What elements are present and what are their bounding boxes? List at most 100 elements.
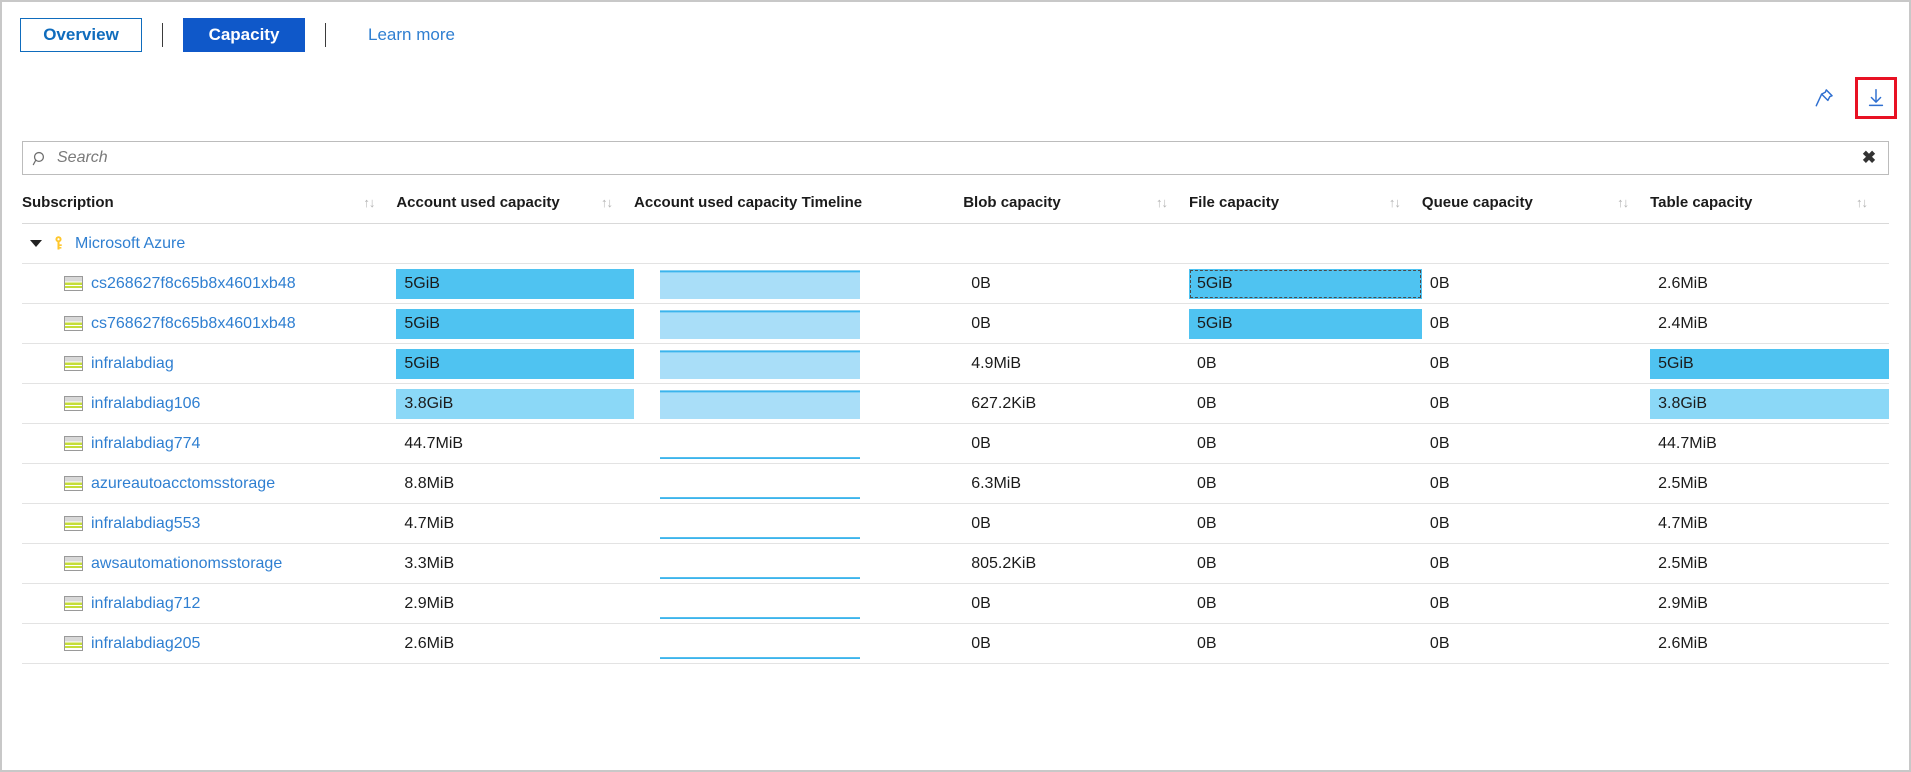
table-row[interactable]: infralabdiag106 3.8GiB 627.2KiB 0B 0B 3.8GiB (22, 383, 1889, 424)
account-used-capacity-value: 5GiB (404, 354, 440, 372)
storage-account-link[interactable]: cs268627f8c65b8x4601xb48 (91, 275, 296, 293)
column-header-blob-capacity[interactable]: Blob capacity ↑↓ (963, 186, 1189, 224)
key-icon (50, 235, 67, 252)
table-row[interactable]: cs768627f8c65b8x4601xb48 5GiB 0B 5GiB 0B 2.4M… (22, 303, 1889, 344)
storage-account-cell: infralabdiag205 (22, 623, 397, 664)
account-used-capacity-cell: 5GiB (396, 303, 635, 344)
account-used-capacity-cell: 4.7MiB (396, 503, 635, 544)
storage-account-cell: awsautomationomsstorage (22, 543, 397, 584)
table-capacity-value-wrap: 44.7MiB (1650, 435, 1889, 453)
table-head: Subscription ↑↓ Account used capacity ↑↓ Acc… (22, 186, 1889, 224)
table-row[interactable]: infralabdiag205 2.6MiB 0B 0B 0B 2.6MiB (22, 623, 1889, 664)
table-row[interactable]: cs268627f8c65b8x4601xb48 5GiB 0B 5GiB 0B 2.6M… (22, 263, 1889, 304)
table-row[interactable]: awsautomationomsstorage 3.3MiB 805.2KiB 0B 0… (22, 543, 1889, 584)
table-capacity-value: 2.6MiB (1658, 634, 1708, 652)
account-used-capacity-cell: 5GiB (396, 263, 635, 304)
table-row[interactable]: infralabdiag774 44.7MiB 0B 0B 0B 44.7MiB (22, 423, 1889, 464)
account-used-capacity-value: 2.6MiB (404, 634, 455, 652)
blob-capacity-value: 0B (971, 634, 991, 652)
storage-account-link[interactable]: infralabdiag205 (91, 635, 200, 653)
queue-capacity-cell: 0B (1421, 543, 1651, 584)
blob-capacity-value-wrap: 0B (963, 435, 1189, 453)
download-button[interactable] (1855, 77, 1897, 119)
pin-button[interactable] (1807, 81, 1841, 115)
queue-capacity-value-wrap: 0B (1422, 475, 1650, 493)
blob-capacity-value: 627.2KiB (971, 394, 1037, 412)
account-used-capacity-cell: 8.8MiB (396, 463, 635, 504)
blob-capacity-cell: 627.2KiB (963, 383, 1189, 424)
sort-arrows-icon[interactable]: ↑↓ (601, 195, 613, 210)
file-capacity-value: 5GiB (1197, 274, 1233, 292)
sort-arrows-icon[interactable]: ↑↓ (1156, 195, 1168, 210)
table-row[interactable]: infralabdiag 5GiB 4.9MiB 0B 0B 5GiB (22, 343, 1889, 384)
view-tab-bar: Overview Capacity Learn more (2, 2, 1909, 52)
tab-overview[interactable]: Overview (20, 18, 142, 52)
blob-capacity-cell: 0B (963, 623, 1189, 664)
account-used-capacity-value: 3.3MiB (404, 554, 455, 572)
column-header-label: File capacity (1189, 194, 1280, 211)
table-row[interactable]: infralabdiag712 2.9MiB 0B 0B 0B 2.9MiB (22, 583, 1889, 624)
column-header-subscription[interactable]: Subscription ↑↓ (22, 186, 397, 224)
queue-capacity-cell: 0B (1421, 463, 1651, 504)
sort-arrows-icon[interactable]: ↑↓ (1389, 195, 1401, 210)
account-used-capacity-cell: 5GiB (396, 343, 635, 384)
search-clear-button[interactable]: ✖ (1850, 142, 1888, 174)
search-input[interactable] (57, 149, 1850, 167)
sort-arrows-icon[interactable]: ↑↓ (1617, 195, 1629, 210)
storage-account-icon (64, 276, 83, 291)
table-capacity-cell: 2.9MiB (1650, 583, 1889, 624)
storage-account-link[interactable]: infralabdiag (91, 355, 174, 373)
file-capacity-bar: 5GiB (1189, 268, 1422, 299)
queue-capacity-cell: 0B (1421, 423, 1651, 464)
search-bar[interactable]: ✖ (22, 141, 1889, 175)
tab-capacity[interactable]: Capacity (183, 18, 305, 52)
blob-capacity-cell: 4.9MiB (963, 343, 1189, 384)
table-row[interactable]: azureautoacctomsstorage 8.8MiB 6.3MiB 0B 0B 2… (22, 463, 1889, 504)
timeline-sparkline (634, 309, 963, 339)
sort-arrows-icon[interactable]: ↑↓ (363, 195, 375, 210)
queue-capacity-value: 0B (1429, 514, 1450, 532)
account-used-capacity-cell: 2.6MiB (396, 623, 635, 664)
queue-capacity-value: 0B (1429, 274, 1450, 292)
storage-account-link[interactable]: azureautoacctomsstorage (91, 475, 275, 493)
table-capacity-cell: 4.7MiB (1650, 503, 1889, 544)
queue-capacity-cell: 0B (1421, 583, 1651, 624)
blob-capacity-value-wrap: 4.9MiB (963, 355, 1189, 373)
table-capacity-value: 2.6MiB (1658, 274, 1708, 292)
account-used-capacity-timeline-cell (634, 383, 964, 424)
storage-account-link[interactable]: awsautomationomsstorage (91, 555, 282, 573)
table-capacity-value: 5GiB (1658, 354, 1694, 372)
column-header-account-used-capacity[interactable]: Account used capacity ↑↓ (396, 186, 635, 224)
file-capacity-value-wrap: 0B (1189, 635, 1422, 653)
column-header-table-capacity[interactable]: Table capacity ↑↓ (1650, 186, 1889, 224)
table-row[interactable]: infralabdiag553 4.7MiB 0B 0B 0B 4.7MiB (22, 503, 1889, 544)
blob-capacity-value: 0B (971, 514, 991, 532)
table-capacity-value-wrap: 2.9MiB (1650, 595, 1889, 613)
storage-account-link[interactable]: cs768627f8c65b8x4601xb48 (91, 315, 296, 333)
subscription-group-row[interactable]: Microsoft Azure (22, 223, 1889, 264)
queue-capacity-cell: 0B (1421, 503, 1651, 544)
timeline-sparkline (634, 429, 963, 459)
column-header-account-used-capacity-timeline[interactable]: Account used capacity Timeline (634, 186, 964, 224)
sort-arrows-icon[interactable]: ↑↓ (1856, 195, 1868, 210)
learn-more-link[interactable]: Learn more (368, 25, 455, 45)
blob-capacity-value-wrap: 0B (963, 515, 1189, 533)
storage-account-link[interactable]: infralabdiag774 (91, 435, 200, 453)
group-label[interactable]: Microsoft Azure (75, 235, 185, 253)
column-header-queue-capacity[interactable]: Queue capacity ↑↓ (1421, 186, 1651, 224)
storage-account-link[interactable]: infralabdiag712 (91, 595, 200, 613)
pin-icon (1815, 89, 1833, 107)
file-capacity-value-wrap: 0B (1189, 515, 1422, 533)
search-icon (23, 150, 57, 167)
account-used-capacity-value: 5GiB (404, 274, 440, 292)
blob-capacity-cell: 6.3MiB (963, 463, 1189, 504)
blob-capacity-cell: 0B (963, 503, 1189, 544)
table-capacity-cell: 2.5MiB (1650, 463, 1889, 504)
expand-collapse-caret-icon[interactable] (30, 240, 42, 247)
storage-account-link[interactable]: infralabdiag106 (91, 395, 200, 413)
file-capacity-cell: 0B (1189, 463, 1422, 504)
blob-capacity-value: 6.3MiB (971, 474, 1021, 492)
storage-account-link[interactable]: infralabdiag553 (91, 515, 200, 533)
column-header-file-capacity[interactable]: File capacity ↑↓ (1189, 186, 1422, 224)
timeline-sparkline (634, 549, 963, 579)
